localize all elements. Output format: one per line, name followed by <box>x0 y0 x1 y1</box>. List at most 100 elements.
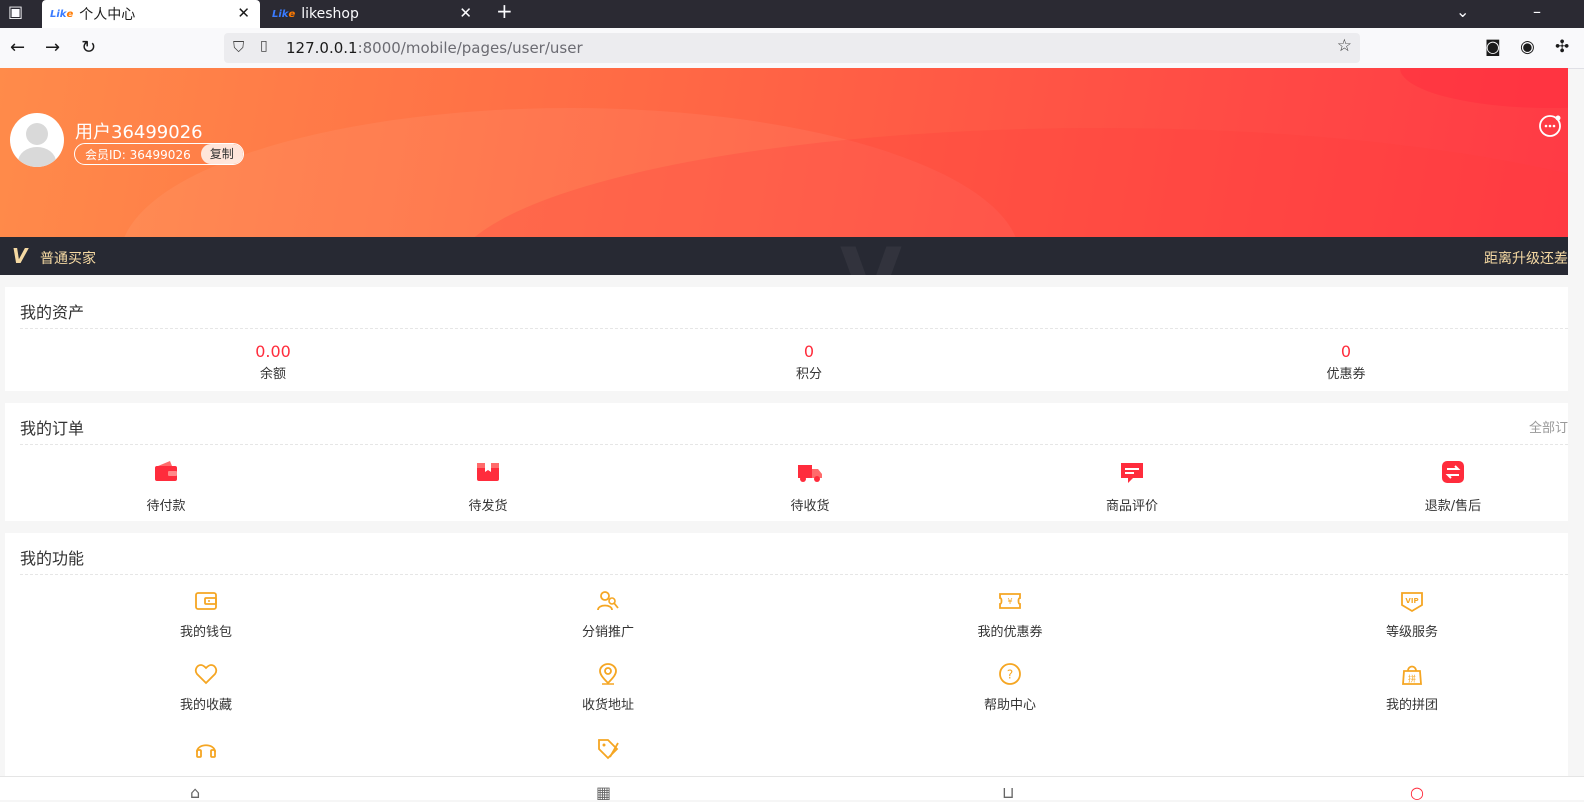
asset-coupons[interactable]: 0 优惠券 <box>1246 342 1446 382</box>
func-wallet[interactable]: 我的钱包 <box>126 589 286 640</box>
order-label: 待付款 <box>146 499 186 514</box>
likeshop-favicon: Like <box>50 8 74 20</box>
tab-user-center[interactable]: Like 个人中心 ✕ <box>42 0 260 28</box>
url-text[interactable]: 127.0.0.1:8000/mobile/pages/user/user <box>286 39 583 57</box>
headset-icon <box>196 744 216 758</box>
func-label: 等级服务 <box>1385 625 1438 640</box>
close-tab-icon[interactable]: ✕ <box>459 4 472 22</box>
asset-label: 积分 <box>795 367 822 382</box>
message-icon[interactable] <box>1538 114 1562 138</box>
order-label: 退款/售后 <box>1424 499 1482 514</box>
func-level-service[interactable]: VIP 等级服务 <box>1332 589 1492 640</box>
vip-decoration: V <box>840 237 902 275</box>
vip-icon: VIP <box>1401 592 1423 613</box>
svg-text:¥: ¥ <box>1007 597 1012 606</box>
asset-points[interactable]: 0 积分 <box>709 342 909 382</box>
coupon-icon: ¥ <box>999 593 1021 609</box>
func-help[interactable]: ? 帮助中心 <box>930 662 1090 713</box>
func-label: 我的拼团 <box>1385 698 1438 713</box>
username: 用户36499026 <box>75 122 203 143</box>
forward-arrow-icon[interactable]: → <box>45 37 60 58</box>
tab-label: likeshop <box>301 6 359 22</box>
refund-icon <box>1442 461 1464 483</box>
close-tab-icon[interactable]: ✕ <box>237 4 250 22</box>
user-icon[interactable]: ○ <box>1410 783 1424 802</box>
truck-icon <box>798 465 822 482</box>
asset-value: 0 <box>803 342 815 361</box>
func-label: 我的钱包 <box>179 625 232 640</box>
back-arrow-icon[interactable]: ← <box>10 37 25 58</box>
func-favorites[interactable]: 我的收藏 <box>126 662 286 713</box>
box-icon <box>477 463 499 481</box>
tag-icon <box>598 739 619 760</box>
new-tab-icon[interactable]: + <box>496 0 513 23</box>
account-icon[interactable]: ◉ <box>1520 37 1535 57</box>
func-label: 我的优惠券 <box>977 625 1043 640</box>
vip-logo-icon: V <box>12 244 28 268</box>
member-id-text: 会员ID: 36499026 <box>85 147 191 162</box>
shield-icon[interactable]: ⛉ <box>233 38 244 56</box>
svg-text:?: ? <box>1007 668 1013 682</box>
func-promotion[interactable] <box>528 737 688 769</box>
browser-nav-bar: ← → ↻ ⛉ ▯ 127.0.0.1:8000/mobile/pages/us… <box>0 28 1584 69</box>
card-title: 我的功能 <box>20 549 85 568</box>
func-label: 分销推广 <box>581 625 634 640</box>
bottom-tab-bar: ⌂ ▦ ⊔ ○ <box>0 776 1584 802</box>
vip-bar[interactable]: V V 普通买家 距离升级还差 <box>0 237 1568 275</box>
func-customer-service[interactable] <box>126 737 286 769</box>
order-label: 商品评价 <box>1105 499 1158 514</box>
order-pending-payment[interactable]: 待付款 <box>96 459 236 514</box>
card-title: 我的订单 <box>20 419 85 438</box>
extensions-icon[interactable]: ✣ <box>1555 37 1569 57</box>
order-pending-receipt[interactable]: 待收货 <box>740 459 880 514</box>
svg-text:VIP: VIP <box>1405 597 1418 605</box>
chevron-down-icon[interactable]: ⌄ <box>1456 2 1469 21</box>
pocket-icon[interactable]: ◙ <box>1485 37 1501 56</box>
func-label: 我的收藏 <box>179 698 232 713</box>
browser-tab-strip: ▣ Like 个人中心 ✕ Like likeshop ✕ + ⌄ – <box>0 0 1584 28</box>
location-icon <box>599 663 617 685</box>
url-bar[interactable]: ⛉ ▯ 127.0.0.1:8000/mobile/pages/user/use… <box>224 33 1360 63</box>
minimize-icon[interactable]: – <box>1533 2 1541 21</box>
users-icon <box>597 591 619 611</box>
assets-card: 我的资产 0.00 余额 0 积分 0 优惠券 <box>5 287 1568 391</box>
user-header: 用户36499026 会员ID: 36499026 复制 <box>0 68 1568 237</box>
order-refund[interactable]: 退款/售后 <box>1383 459 1523 514</box>
wallet-icon <box>155 461 177 481</box>
order-review[interactable]: 商品评价 <box>1062 459 1202 514</box>
functions-card: 我的功能 我的钱包 分销推广 ¥ 我的优惠券 VIP 等级服务 我的收藏 收货地… <box>5 533 1568 776</box>
order-label: 待收货 <box>790 499 830 514</box>
all-orders-link[interactable]: 全部订 <box>1529 417 1568 436</box>
func-address[interactable]: 收货地址 <box>528 662 688 713</box>
copy-button[interactable]: 复制 <box>200 144 243 164</box>
asset-label: 优惠券 <box>1326 367 1366 382</box>
tab-likeshop[interactable]: Like likeshop ✕ <box>264 0 482 28</box>
orders-card: 我的订单 全部订 待付款 待发货 待收货 商品评价 退款/售后 <box>5 403 1568 521</box>
card-title: 我的资产 <box>20 303 85 322</box>
vip-upgrade-hint: 距离升级还差 <box>1484 251 1568 267</box>
func-coupons[interactable]: ¥ 我的优惠券 <box>930 589 1090 640</box>
svg-text:拼: 拼 <box>1408 674 1416 684</box>
func-distribution[interactable]: 分销推广 <box>528 589 688 640</box>
cart-icon[interactable]: ⊔ <box>1002 783 1014 802</box>
vip-level: 普通买家 <box>40 251 96 267</box>
category-icon[interactable]: ▦ <box>596 783 611 802</box>
home-icon[interactable]: ⌂ <box>190 783 200 802</box>
header-decoration <box>1400 68 1568 108</box>
avatar[interactable] <box>10 113 64 167</box>
func-group-buy[interactable]: 拼 我的拼团 <box>1332 662 1492 713</box>
reload-icon[interactable]: ↻ <box>81 37 96 58</box>
func-label: 收货地址 <box>581 698 634 713</box>
page-info-icon[interactable]: ▯ <box>260 38 268 54</box>
order-label: 待发货 <box>468 499 508 514</box>
tab-list-icon[interactable]: ▣ <box>8 2 23 21</box>
asset-value: 0 <box>1340 342 1352 361</box>
func-label: 帮助中心 <box>983 698 1036 713</box>
asset-balance[interactable]: 0.00 余额 <box>173 342 373 382</box>
likeshop-favicon: Like <box>272 8 296 20</box>
asset-label: 余额 <box>259 367 286 382</box>
order-pending-shipment[interactable]: 待发货 <box>418 459 558 514</box>
bookmark-star-icon[interactable]: ☆ <box>1337 36 1352 56</box>
tab-label: 个人中心 <box>79 7 136 23</box>
asset-value: 0.00 <box>255 342 291 361</box>
